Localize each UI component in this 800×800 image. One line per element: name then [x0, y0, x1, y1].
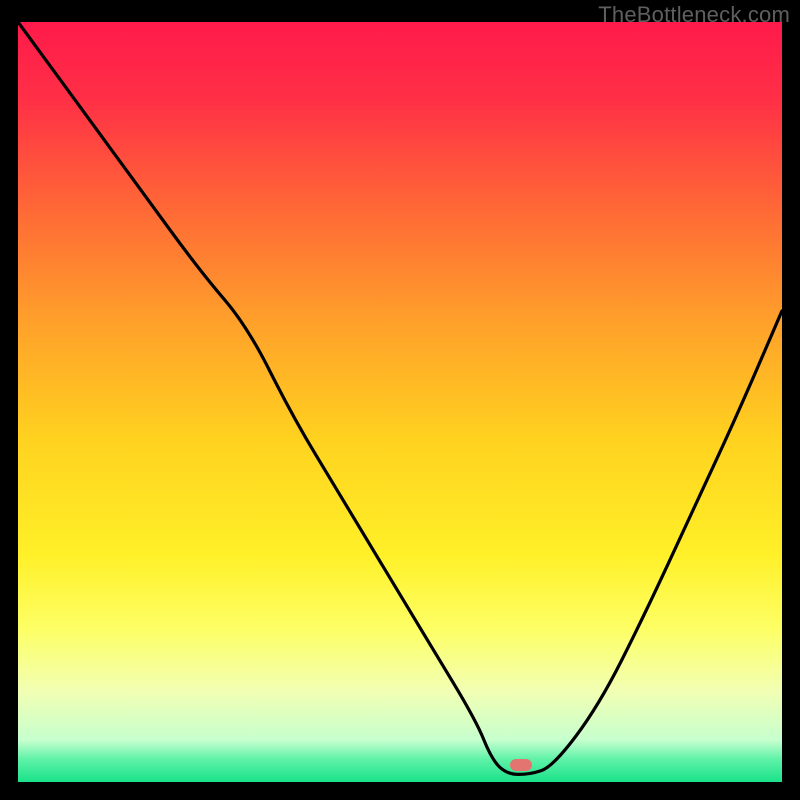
bottleneck-curve: [18, 22, 782, 782]
plot-area: [18, 22, 782, 782]
watermark-text: TheBottleneck.com: [598, 2, 790, 28]
optimal-marker: [510, 759, 532, 771]
chart-frame: TheBottleneck.com: [0, 0, 800, 800]
